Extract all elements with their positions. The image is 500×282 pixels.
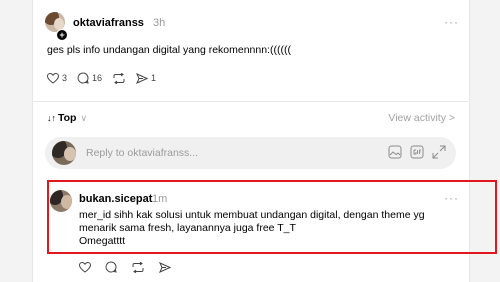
heart-icon: [79, 261, 91, 273]
comment-icon: [105, 261, 117, 273]
chevron-down-icon: ∨: [80, 112, 88, 123]
post-time: 3h: [153, 17, 166, 29]
comment-line: Omegatttt: [79, 235, 126, 247]
comment-share-button[interactable]: [159, 261, 171, 273]
comment-text: mer_id sihh kak solusi untuk membuat und…: [79, 209, 459, 248]
share-icon: [159, 261, 171, 273]
reply-icons: [388, 145, 446, 159]
repost-icon: [132, 261, 144, 273]
post-text: ges pls info undangan digital yang rekom…: [47, 44, 291, 56]
comment-icon: [77, 72, 89, 84]
share-icon: [136, 72, 149, 84]
comment-reply-button[interactable]: [105, 261, 117, 273]
comment-like-button[interactable]: [79, 261, 91, 273]
like-button[interactable]: 3: [47, 72, 68, 84]
reply-avatar: [52, 141, 76, 165]
post-username[interactable]: oktaviafranss: [73, 17, 144, 29]
repost-icon: [113, 72, 125, 84]
comment-more-icon[interactable]: ···: [444, 191, 459, 205]
sort-dropdown[interactable]: ↓↑ Top ∨: [47, 112, 87, 124]
follow-plus-icon[interactable]: +: [56, 29, 68, 41]
sort-label: Top: [58, 112, 77, 124]
expand-icon[interactable]: [432, 145, 446, 159]
comment-line: mer_id sihh kak solusi untuk membuat und…: [79, 209, 425, 221]
heart-icon: [47, 72, 59, 84]
comment-avatar[interactable]: [50, 190, 72, 212]
comment-time: 1m: [152, 193, 168, 205]
comment-username[interactable]: bukan.sicepat: [79, 193, 152, 205]
sort-icon: ↓↑: [47, 113, 56, 123]
divider-top: [32, 101, 468, 102]
reply-placeholder: Reply to oktaviafranss...: [86, 147, 199, 159]
post-more-icon[interactable]: ···: [444, 15, 459, 29]
image-icon[interactable]: [388, 145, 402, 159]
comment-actions: [79, 261, 181, 273]
share-count: 1: [151, 73, 157, 83]
share-button[interactable]: 1: [136, 72, 157, 84]
view-activity-link[interactable]: View activity >: [388, 112, 455, 124]
post-actions: 3 16 1: [47, 72, 166, 84]
comment-count: 16: [92, 73, 103, 83]
gif-icon[interactable]: [410, 145, 424, 159]
comment-button[interactable]: 16: [77, 72, 102, 84]
comment-repost-button[interactable]: [131, 261, 145, 273]
reply-input[interactable]: Reply to oktaviafranss...: [45, 137, 456, 169]
repost-button[interactable]: [112, 72, 126, 84]
like-count: 3: [62, 73, 68, 83]
comment-line: menarik sama fresh, layanannya juga free…: [79, 222, 296, 234]
